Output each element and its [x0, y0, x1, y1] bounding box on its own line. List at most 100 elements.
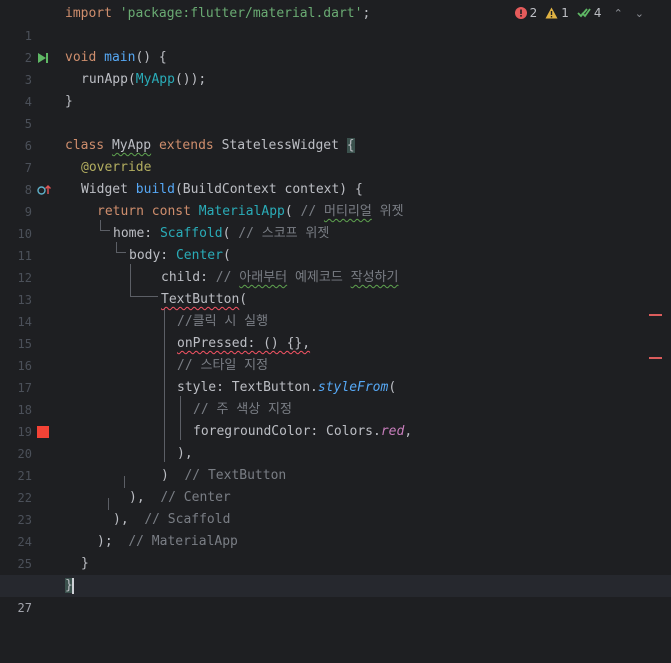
class-name: StatelessWidget [221, 138, 339, 153]
named-argument: child: [161, 270, 216, 285]
code-line[interactable]: 1 import 'package:flutter/material.dart'… [0, 3, 671, 43]
code-line[interactable]: 10 return const MaterialApp( // 머티리얼 위젯 [0, 201, 671, 241]
line-code: ), // Center [129, 487, 231, 509]
class-name: TextButton [161, 292, 240, 307]
code-editor[interactable]: 2 1 4 ⌃ ⌄ 1 import 'package:flutter/mate… [0, 0, 671, 615]
named-argument: style: TextButton. [177, 380, 318, 395]
punctuation: ( [222, 248, 231, 263]
class-name: Widget [81, 182, 128, 197]
named-argument: onPressed: () {}, [177, 336, 311, 351]
keyword: import [65, 6, 112, 21]
named-argument: body: [129, 248, 176, 263]
code-line[interactable]: 14 TextButton( [0, 289, 671, 329]
class-name: MaterialApp [198, 204, 285, 219]
class-name: Center [175, 248, 223, 263]
code-line[interactable]: 16 onPressed: () {}, [0, 333, 671, 373]
punctuation: ( [239, 292, 248, 307]
punctuation: ) [161, 468, 169, 483]
comment: // 아래부터 예제코드 작성하기 [215, 270, 399, 285]
line-code: child: // 아래부터 예제코드 작성하기 [161, 267, 398, 289]
comment: // TextButton [184, 468, 287, 483]
line-number: 27 [17, 601, 32, 615]
code-line[interactable]: 13 child: // 아래부터 예제코드 작성하기 [0, 267, 671, 307]
line-code: runApp(MyApp()); [81, 69, 206, 91]
matched-brace: { [346, 138, 355, 153]
comment: // Scaffold [144, 512, 231, 527]
comment: // Center [160, 490, 231, 505]
named-argument: foregroundColor: Colors. [193, 424, 381, 439]
constant: red [380, 424, 405, 439]
punctuation: ; [362, 6, 371, 21]
code-line[interactable]: 5 } [0, 91, 671, 131]
line-code: ) // TextButton [161, 465, 286, 487]
code-line[interactable]: 20 foregroundColor: Colors.red, [0, 421, 671, 461]
code-line[interactable]: 6 [0, 113, 671, 153]
code-line[interactable]: 7 class MyApp extends StatelessWidget { [0, 135, 671, 175]
line-code: ); // MaterialApp [97, 531, 238, 553]
annotation: @override [81, 160, 152, 175]
code-line[interactable]: 18 style: TextButton.styleFrom( [0, 377, 671, 417]
text-cursor [71, 577, 74, 594]
run-icon[interactable] [37, 47, 51, 69]
punctuation: ()); [174, 72, 207, 87]
punctuation: ( [284, 204, 293, 219]
comment: // 스코프 위젯 [238, 226, 330, 241]
keyword: return const [97, 204, 191, 219]
line-code: void main() { [65, 47, 167, 69]
line-code: TextButton( [161, 289, 247, 311]
comment: // 스타일 지정 [177, 358, 269, 373]
punctuation: () { [135, 50, 167, 65]
string-literal: 'package:flutter/material.dart' [119, 6, 363, 21]
function-name: styleFrom [317, 380, 389, 395]
code-line[interactable]: 24 ), // Scaffold [0, 509, 671, 549]
comment: // 머티리얼 위젯 [300, 204, 404, 219]
color-swatch-icon[interactable] [37, 421, 51, 443]
code-line-current[interactable]: 27 } [0, 575, 671, 615]
punctuation: ); [97, 534, 113, 549]
line-code: Widget build(BuildContext context) { [81, 179, 363, 201]
code-line[interactable]: 23 ), // Center [0, 487, 671, 527]
code-line[interactable]: 25 ); // MaterialApp [0, 531, 671, 571]
keyword: void [65, 50, 97, 65]
line-code: home: Scaffold( // 스코프 위젯 [113, 223, 329, 245]
override-icon[interactable] [37, 179, 51, 201]
code-line[interactable]: 15 //클릭 시 실행 [0, 311, 671, 351]
code-line[interactable]: 2 [0, 25, 671, 65]
keyword: class [65, 138, 105, 153]
code-line[interactable]: 19 // 주 색상 지정 [0, 399, 671, 439]
comment: // 주 색상 지정 [193, 402, 292, 417]
punctuation: } [81, 556, 89, 571]
code-line[interactable]: 4 runApp(MyApp()); [0, 69, 671, 109]
comment: // MaterialApp [128, 534, 238, 549]
class-name: MyApp [111, 138, 152, 153]
code-line[interactable]: 11 home: Scaffold( // 스코프 위젯 [0, 223, 671, 263]
punctuation: ( [388, 380, 397, 395]
keyword: extends [158, 138, 214, 153]
code-line[interactable]: 8 @override [0, 157, 671, 197]
code-line[interactable]: 26 } [0, 553, 671, 593]
line-code: } [65, 575, 74, 597]
code-line[interactable]: 21 ), [0, 443, 671, 483]
code-line[interactable]: 17 // 스타일 지정 [0, 355, 671, 395]
code-line[interactable]: 22 ) // TextButton [0, 465, 671, 505]
punctuation: ), [129, 490, 145, 505]
class-name: Scaffold [159, 226, 223, 241]
line-code: foregroundColor: Colors.red, [193, 421, 412, 443]
punctuation: ), [177, 446, 193, 461]
function-call: runApp( [81, 72, 136, 87]
line-code: body: Center( [129, 245, 231, 267]
punctuation: ( [222, 226, 231, 241]
function-name: build [135, 182, 175, 197]
code-line[interactable]: 9 Widget build(BuildContext context) { [0, 179, 671, 219]
code-line[interactable]: 12 body: Center( [0, 245, 671, 285]
line-code: onPressed: () {}, [177, 333, 310, 355]
class-name: MyApp [135, 72, 175, 87]
comment: //클릭 시 실행 [177, 314, 269, 329]
line-code: } [65, 94, 73, 109]
named-argument: home: [113, 226, 160, 241]
code-line[interactable]: 3 void main() { [0, 47, 671, 87]
line-code: import 'package:flutter/material.dart'; [65, 3, 370, 25]
line-code: class MyApp extends StatelessWidget { [65, 135, 355, 157]
parameters: (BuildContext context) { [174, 182, 363, 197]
line-code: return const MaterialApp( // 머티리얼 위젯 [97, 201, 404, 223]
